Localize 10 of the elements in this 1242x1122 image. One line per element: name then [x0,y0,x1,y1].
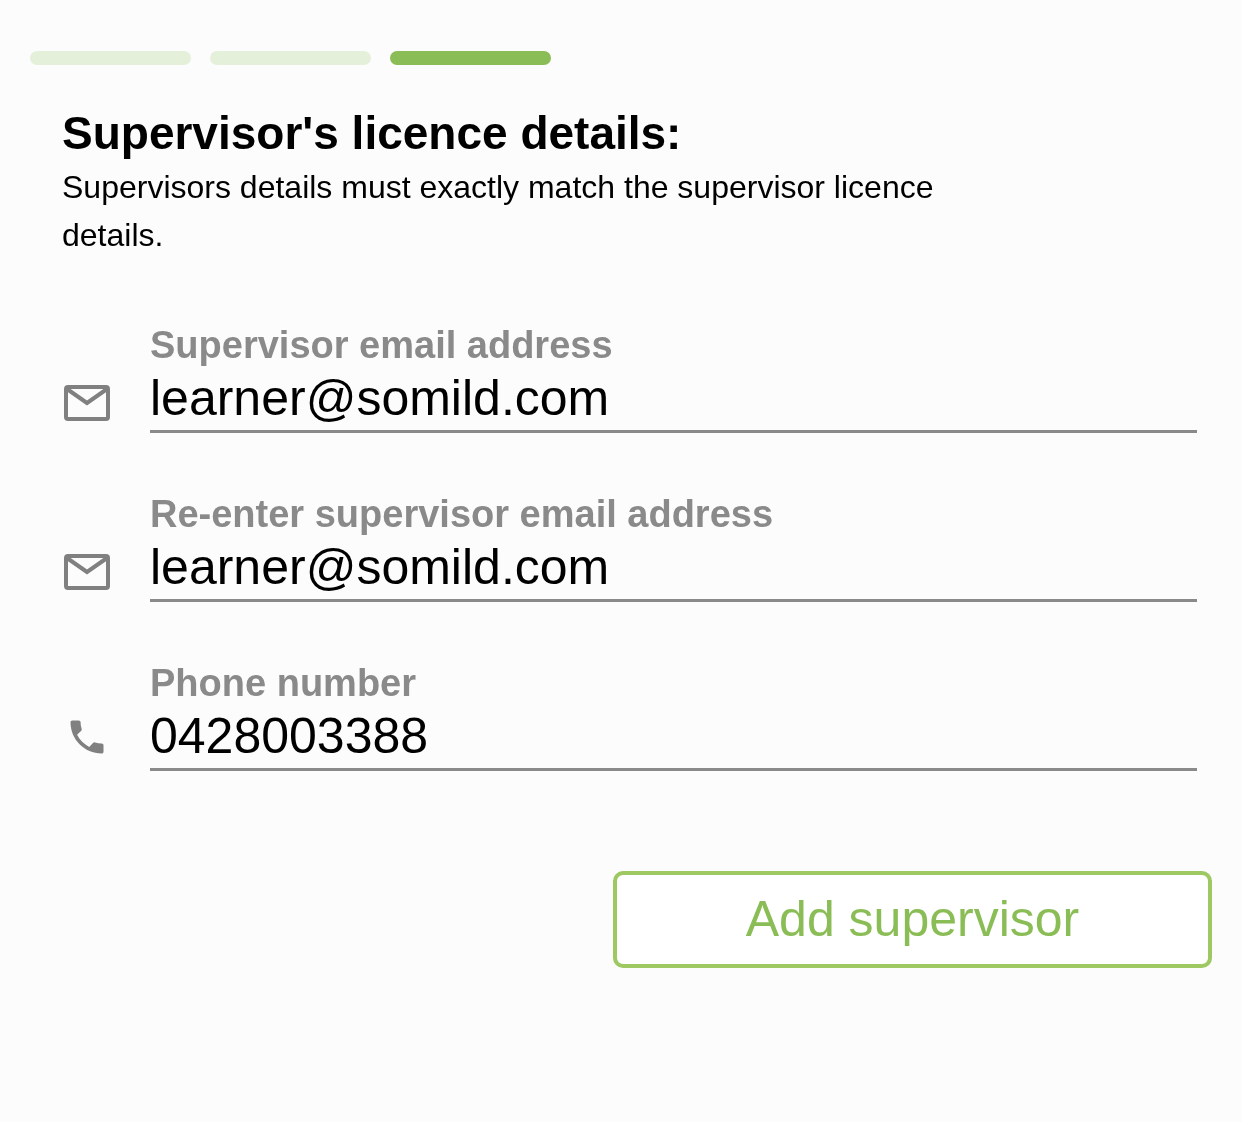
input-field[interactable]: learner@somild.com [150,537,1197,602]
envelope-icon [64,385,110,421]
field-label: Re-enter supervisor email address [150,492,775,537]
input-field[interactable]: 0428003388 [150,706,1197,771]
field-label: Phone number [150,661,418,706]
field-label: Supervisor email address [150,323,614,368]
section-title: Supervisor's licence details: [62,106,683,161]
envelope-icon [64,554,110,590]
input-field[interactable]: learner@somild.com [150,368,1197,433]
description-text: Supervisors details must exactly match the supervisor licence details. [62,168,935,255]
